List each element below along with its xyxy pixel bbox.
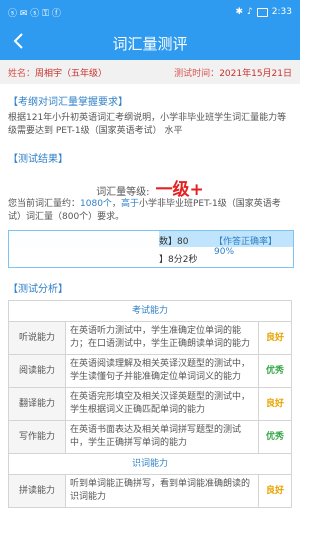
requirements-title: 【考纲对词汇量掌握要求】 xyxy=(8,97,128,108)
ability-grade: 良好 xyxy=(258,387,292,421)
ability-grade: 良好 xyxy=(258,474,292,508)
detail-highlight: 高于 xyxy=(120,199,139,209)
ability-name: 听说能力 xyxy=(8,321,66,355)
name-label: 姓名： xyxy=(8,68,36,79)
requirements-text: 根据121年小升初英语词汇考纲说明，小学非毕业班学生词汇量能力等级需要达到 PE… xyxy=(8,113,287,136)
page-title: 词汇量测评 xyxy=(112,35,188,53)
ability-desc: 在英语书面表达及相关单词拼写题型的测试中，学生正确拼写单词的能力 xyxy=(65,420,259,454)
table-row: 听说能力 在英语听力测试中，学生准确定位单词的能力；在口语测试中，学生正确朗读单词… xyxy=(8,321,292,355)
status-right: ✱ ♪ 2:33 xyxy=(235,7,292,17)
ability-desc: 在英语完形填空及相关汉译英题型的测试中，学生根据词义正确匹配单词的能力 xyxy=(65,387,259,421)
table-row: 翻译能力 在英语完形填空及相关汉译英题型的测试中，学生根据词义正确匹配单词的能力良… xyxy=(8,387,292,421)
time-value: 2021年15月21日 xyxy=(219,68,292,79)
results-title: 【测试结果】 xyxy=(8,154,68,165)
ability-grade: 优秀 xyxy=(258,354,292,388)
level-row: 词汇量等级: 一级+ xyxy=(0,175,300,200)
status-bar: ⓢ ✉ ⓢ ⚿ ⓕ ✱ ♪ 2:33 xyxy=(0,0,300,24)
table-row: 拼读能力 听到单词能正确拼写，看到单词能准确朗读的识词能力 良好 xyxy=(8,474,292,508)
battery-icon xyxy=(256,7,268,17)
level-value: 一级+ xyxy=(155,180,204,200)
notification-icons: ⓢ ✉ ⓢ ⚿ ⓕ xyxy=(8,8,61,19)
level-label: 词汇量等级: xyxy=(96,187,150,198)
header-bar: 词汇量测评 xyxy=(0,24,300,60)
ability-name: 阅读能力 xyxy=(8,354,66,388)
group-name: 考试能力 xyxy=(8,300,292,322)
ability-desc: 听到单词能正确拼写，看到单词能准确朗读的识词能力 xyxy=(65,474,259,508)
ability-desc: 在英语听力测试中，学生准确定位单词的能力；在口语测试中，学生正确朗读单词的能力 xyxy=(65,321,259,355)
bluetooth-icon: ✱ xyxy=(235,7,244,17)
table-row: 写作能力 在英语书面表达及相关单词拼写题型的测试中，学生正确拼写单词的能力 优秀 xyxy=(8,420,292,454)
detail-mid: ， xyxy=(111,199,121,209)
name-value: 周相宇（五年级） xyxy=(35,68,108,79)
group-header: 考试能力 xyxy=(8,300,292,322)
clock: 2:33 xyxy=(271,7,292,17)
ability-name: 翻译能力 xyxy=(8,387,66,421)
ability-desc: 在英语阅读理解及相关英译汉题型的测试中，学生读懂句子并能准确定位单词词义的能力 xyxy=(65,354,259,388)
stats-box: 数】80 【作答正确率】90% 】8分2秒 xyxy=(8,230,294,268)
stats-duration: 】8分2秒 xyxy=(159,255,198,265)
analysis-table: 考试能力 听说能力 在英语听力测试中，学生准确定位单词的能力；在口语测试中，学生正确… xyxy=(8,300,292,508)
stats-words: 数】80 xyxy=(159,237,189,247)
student-name: 姓名：周相宇（五年级） xyxy=(8,66,107,79)
results-detail: 您当前词汇量约：1080个，高于小学非毕业班PET-1级（国家英语考试）词汇量（… xyxy=(8,198,292,224)
group-name: 识词能力 xyxy=(8,453,292,475)
student-info-row: 姓名：周相宇（五年级） 测试时间：2021年15月21日 xyxy=(0,60,300,84)
detail-count: 1080个 xyxy=(80,199,112,209)
status-left-icons: ⓢ ✉ ⓢ ⚿ ⓕ xyxy=(8,6,61,19)
ability-grade: 良好 xyxy=(258,321,292,355)
table-row: 阅读能力 在英语阅读理解及相关英译汉题型的测试中，学生读懂句子并能准确定位单词词义… xyxy=(8,354,292,388)
group-header: 识词能力 xyxy=(8,453,292,475)
ability-grade: 优秀 xyxy=(258,420,292,454)
redaction-mask xyxy=(9,231,159,267)
silent-icon: ♪ xyxy=(247,7,253,17)
ability-name: 写作能力 xyxy=(8,420,66,454)
detail-pre: 您当前词汇量约： xyxy=(8,199,81,209)
ability-name: 拼读能力 xyxy=(8,474,66,508)
time-label: 测试时间： xyxy=(174,68,220,79)
test-time: 测试时间：2021年15月21日 xyxy=(174,66,292,79)
analysis-title: 【测试分析】 xyxy=(8,284,68,295)
